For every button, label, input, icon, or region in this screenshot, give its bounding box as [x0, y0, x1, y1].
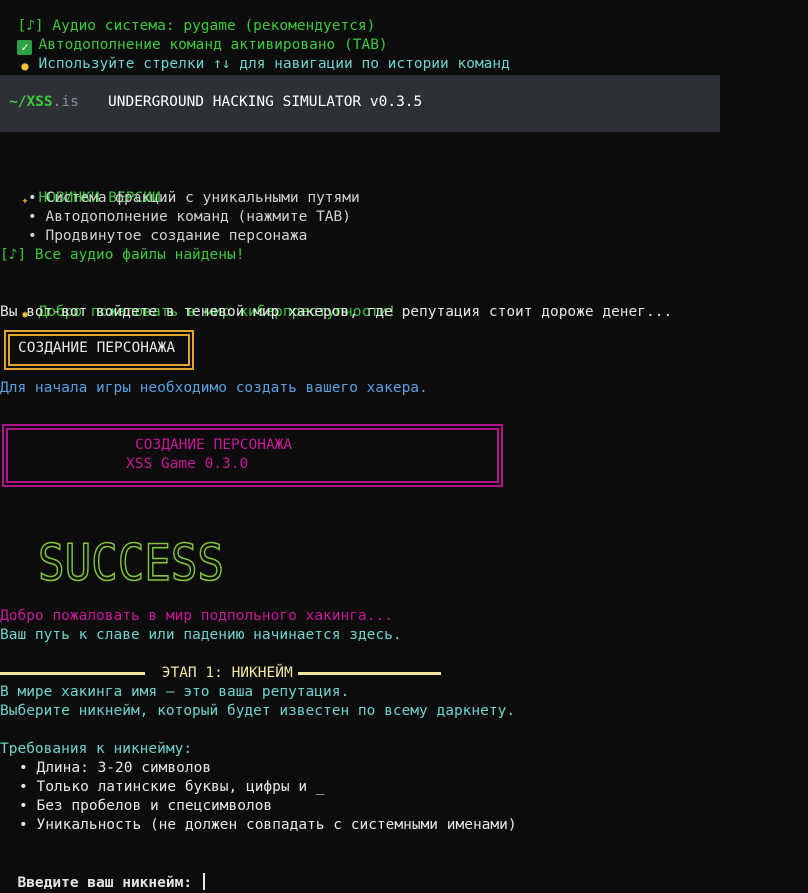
- character-creation-box: СОЗДАНИЕ ПЕРСОНАЖА: [4, 330, 194, 370]
- header-path: ~/XSS.is: [9, 94, 79, 110]
- lightbulb-icon: ●: [21, 59, 29, 73]
- stage-desc-1: В мире хакинга имя — это ваша репутация.: [0, 684, 350, 700]
- requirement-item: • Длина: 3-20 символов: [19, 760, 212, 776]
- requirements-title: Требования к никнейму:: [0, 741, 193, 757]
- character-creation-panel: СОЗДАНИЕ ПЕРСОНАЖА XSS Game 0.3.0: [2, 424, 503, 487]
- success-banner: SUCCESS: [38, 539, 225, 585]
- news-item: • Система фракций с уникальными путями: [28, 190, 360, 206]
- stage-rule-left: [0, 672, 145, 675]
- nickname-prompt-label: Введите ваш никнейм:: [17, 875, 201, 891]
- character-creation-label: СОЗДАНИЕ ПЕРСОНАЖА: [18, 340, 176, 356]
- autocomplete-line: ✓ Автодополнение команд активировано (TAB…: [0, 17, 388, 55]
- requirement-item: • Только латинские буквы, цифры и _: [19, 779, 325, 795]
- underground-line-2: Ваш путь к славе или падению начинается …: [0, 627, 402, 643]
- nickname-prompt[interactable]: Введите ваш никнейм:: [0, 854, 205, 891]
- requirement-item: • Уникальность (не должен совпадать с си…: [19, 817, 517, 833]
- panel-title: СОЗДАНИЕ ПЕРСОНАЖА: [135, 437, 293, 453]
- header-bar: ~/XSS.is UNDERGROUND HACKING SIMULATOR v…: [0, 75, 720, 132]
- stage-rule-right: [298, 672, 441, 675]
- header-title: UNDERGROUND HACKING SIMULATOR v0.3.5: [108, 94, 423, 110]
- underground-line-1: Добро пожаловать в мир подпольного хакин…: [0, 608, 393, 624]
- audio-system-line: [♪] Аудио система: pygame (рекомендуется…: [17, 18, 376, 34]
- news-title: ✦ НОВИНКИ ВЕРСИИ:: [0, 170, 169, 207]
- stage-desc-2: Выберите никнейм, который будет известен…: [0, 703, 516, 719]
- intro-line: Для начала игры необходимо создать вашег…: [0, 380, 428, 396]
- welcome-title: ✸ Добро пожаловать в мир киберпреступност…: [0, 284, 396, 321]
- panel-subtitle: XSS Game 0.3.0: [126, 456, 249, 472]
- history-hint-line: ● Используйте стрелки ↑↓ для навигации по…: [0, 36, 510, 73]
- news-item: • Автодополнение команд (нажмите TAB): [28, 209, 352, 225]
- stage-label: ЭТАП 1: НИКНЕЙМ: [153, 665, 302, 681]
- requirement-item: • Без пробелов и спецсимволов: [19, 798, 273, 814]
- audio-ok-line: [♪] Все аудио файлы найдены!: [0, 247, 245, 263]
- welcome-subtitle: Вы вот-вот войдете в теневой мир хакеров…: [0, 304, 673, 320]
- text-cursor: [202, 873, 205, 890]
- news-item: • Продвинутое создание персонажа: [28, 228, 308, 244]
- success-banner-text: SUCCESS: [38, 539, 224, 585]
